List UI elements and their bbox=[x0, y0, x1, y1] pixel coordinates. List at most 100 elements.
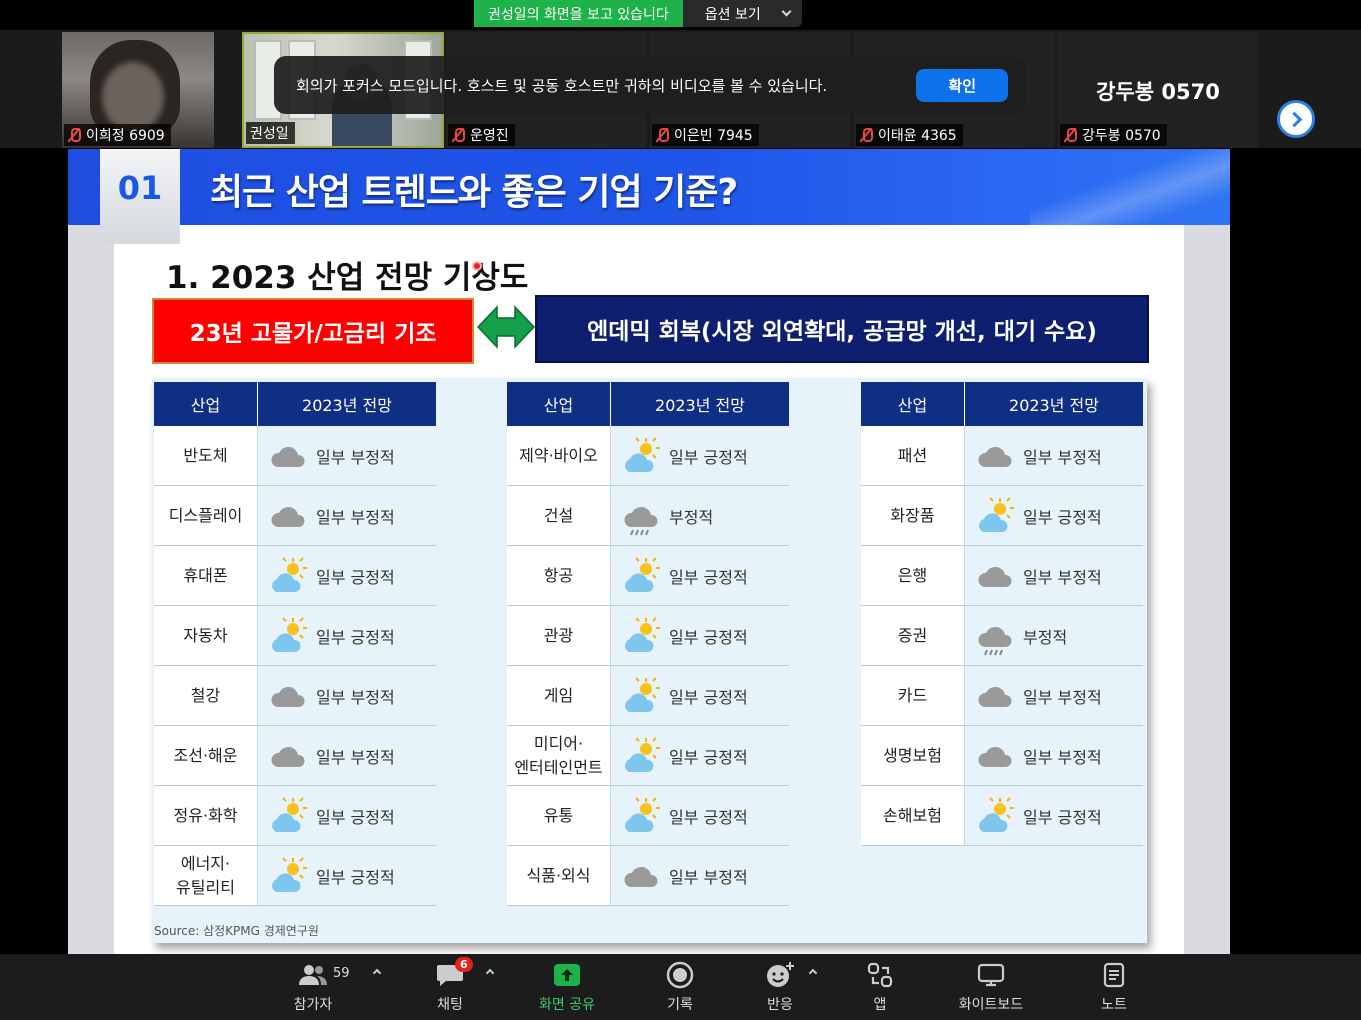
participant-tile[interactable]: 이희정 6909 bbox=[62, 32, 214, 148]
outlook-cell: 일부 긍정적 bbox=[611, 426, 789, 485]
participant-name-tag: 강두봉 0570 bbox=[1060, 124, 1167, 146]
notes-button[interactable]: 노트 bbox=[1094, 954, 1134, 1020]
outlook-cell: 일부 긍정적 bbox=[965, 786, 1143, 845]
reaction-icon bbox=[765, 960, 795, 990]
confirm-button[interactable]: 확인 bbox=[916, 68, 1008, 102]
reactions-button[interactable]: 반응 bbox=[760, 954, 800, 1020]
section-title: 1. 2023 산업 전망 기상도 bbox=[166, 260, 529, 296]
next-page-button[interactable] bbox=[1277, 100, 1315, 138]
apps-label: 앱 bbox=[873, 997, 887, 1013]
slide-number: 01 bbox=[117, 168, 163, 207]
participant-name: 이희정 6909 bbox=[86, 128, 165, 144]
zoom-meeting-window: 권성일의 화면을 보고 있습니다 옵션 보기 이희정 6909 권성일 운영진 … bbox=[0, 0, 1361, 1020]
navy-keyword-box: 엔데믹 회복(시장 외연확대, 공급망 개선, 대기 수요) bbox=[535, 295, 1149, 363]
outlook-cell: 일부 긍정적 bbox=[611, 606, 789, 665]
industry-cell: 조선·해운 bbox=[154, 726, 258, 785]
cloud-icon bbox=[271, 446, 305, 467]
outlook-cell: 일부 긍정적 bbox=[611, 786, 789, 845]
industry-cell: 손해보험 bbox=[861, 786, 965, 845]
whiteboard-icon bbox=[977, 960, 1005, 990]
participants-options-caret-icon[interactable] bbox=[372, 968, 382, 978]
outlook-text: 일부 긍정적 bbox=[669, 807, 748, 827]
participant-count: 59 bbox=[333, 966, 350, 981]
sun-cloud-icon bbox=[272, 856, 307, 892]
outlook-text: 일부 부정적 bbox=[316, 687, 395, 707]
mic-muted-icon bbox=[656, 127, 669, 143]
participant-name-tag: 운영진 bbox=[448, 124, 515, 146]
shared-slide: 01 최근 산업 트렌드와 좋은 기업 기준? 1. 2023 산업 전망 기상… bbox=[68, 149, 1230, 954]
industry-outlook-panel: 산업 2023년 전망 반도체 일부 부정적 디스플레이 일부 부정적 휴대폰 일부 긍정적 자… bbox=[152, 378, 1147, 943]
outlook-text: 일부 긍정적 bbox=[316, 567, 395, 587]
industry-cell: 은행 bbox=[861, 546, 965, 605]
sun-cloud-icon bbox=[625, 556, 660, 592]
outlook-cell: 일부 부정적 bbox=[965, 666, 1143, 725]
table-row: 건설 부정적 bbox=[507, 486, 789, 546]
industry-cell: 휴대폰 bbox=[154, 546, 258, 605]
cloud-icon bbox=[271, 746, 305, 767]
mic-muted-icon bbox=[68, 127, 81, 143]
share-status-text: 권성일의 화면을 보고 있습니다 bbox=[474, 0, 683, 27]
slide-number-box: 01 bbox=[100, 149, 180, 244]
table-header: 산업 2023년 전망 bbox=[861, 382, 1143, 426]
cloud-icon bbox=[271, 686, 305, 707]
view-options-dropdown[interactable]: 옵션 보기 bbox=[682, 0, 802, 27]
outlook-cell: 일부 부정적 bbox=[965, 726, 1143, 785]
table-row: 디스플레이 일부 부정적 bbox=[154, 486, 436, 546]
participant-name-tag: 이희정 6909 bbox=[64, 124, 171, 146]
industry-table: 산업 2023년 전망 반도체 일부 부정적 디스플레이 일부 부정적 휴대폰 일부 긍정적 자… bbox=[154, 382, 436, 906]
record-icon bbox=[666, 960, 694, 990]
outlook-cell: 일부 부정적 bbox=[258, 666, 436, 725]
outlook-cell: 부정적 bbox=[611, 486, 789, 545]
outlook-text: 일부 부정적 bbox=[316, 447, 395, 467]
sun-cloud-icon bbox=[272, 616, 307, 652]
whiteboard-label: 화이트보드 bbox=[958, 997, 1024, 1013]
chevron-down-icon bbox=[781, 6, 792, 17]
blurred-face bbox=[102, 62, 164, 132]
industry-cell: 항공 bbox=[507, 546, 611, 605]
chat-options-caret-icon[interactable] bbox=[485, 968, 495, 978]
outlook-text: 일부 부정적 bbox=[316, 507, 395, 527]
industry-cell: 에너지· 유틸리티 bbox=[154, 846, 258, 905]
industry-cell: 증권 bbox=[861, 606, 965, 665]
participant-tile[interactable]: 강두봉 0570 강두봉 0570 bbox=[1058, 32, 1258, 148]
header-outlook: 2023년 전망 bbox=[1009, 396, 1099, 415]
sun-cloud-icon bbox=[979, 496, 1014, 532]
share-screen-icon bbox=[552, 960, 582, 990]
header-industry: 산업 bbox=[154, 382, 258, 426]
table-row: 패션 일부 부정적 bbox=[861, 426, 1143, 486]
share-screen-label: 화면 공유 bbox=[539, 997, 595, 1013]
header-industry: 산업 bbox=[861, 382, 965, 426]
table-row: 항공 일부 긍정적 bbox=[507, 546, 789, 606]
industry-cell: 디스플레이 bbox=[154, 486, 258, 545]
sun-cloud-icon bbox=[625, 796, 660, 832]
chat-unread-badge: 6 bbox=[455, 957, 473, 972]
red-keyword-box: 23년 고물가/고금리 기조 bbox=[152, 298, 474, 364]
table-row: 제약·바이오 일부 긍정적 bbox=[507, 426, 789, 486]
table-row: 철강 일부 부정적 bbox=[154, 666, 436, 726]
outlook-text: 일부 긍정적 bbox=[669, 567, 748, 587]
industry-cell: 건설 bbox=[507, 486, 611, 545]
header-outlook: 2023년 전망 bbox=[302, 396, 392, 415]
mic-muted-icon bbox=[452, 127, 465, 143]
outlook-text: 일부 부정적 bbox=[669, 867, 748, 887]
industry-cell: 관광 bbox=[507, 606, 611, 665]
double-arrow-icon bbox=[477, 305, 535, 349]
sun-cloud-icon bbox=[979, 796, 1014, 832]
notes-label: 노트 bbox=[1101, 997, 1127, 1013]
reactions-options-caret-icon[interactable] bbox=[808, 968, 818, 978]
sun-cloud-icon bbox=[625, 676, 660, 712]
record-button[interactable]: 기록 bbox=[660, 954, 700, 1020]
table-row: 휴대폰 일부 긍정적 bbox=[154, 546, 436, 606]
participants-button[interactable]: 참가자 bbox=[288, 954, 338, 1020]
apps-button[interactable]: 앱 bbox=[860, 954, 900, 1020]
participant-name-tag: 권성일 bbox=[246, 122, 295, 144]
header-industry: 산업 bbox=[507, 382, 611, 426]
outlook-text: 일부 부정적 bbox=[1023, 687, 1102, 707]
whiteboard-button[interactable]: 화이트보드 bbox=[950, 954, 1032, 1020]
share-screen-button[interactable]: 화면 공유 bbox=[530, 954, 604, 1020]
table-row: 관광 일부 긍정적 bbox=[507, 606, 789, 666]
notes-icon bbox=[1102, 960, 1126, 990]
outlook-text: 일부 긍정적 bbox=[316, 627, 395, 647]
table-row: 게임 일부 긍정적 bbox=[507, 666, 789, 726]
cloud-icon bbox=[978, 686, 1012, 707]
